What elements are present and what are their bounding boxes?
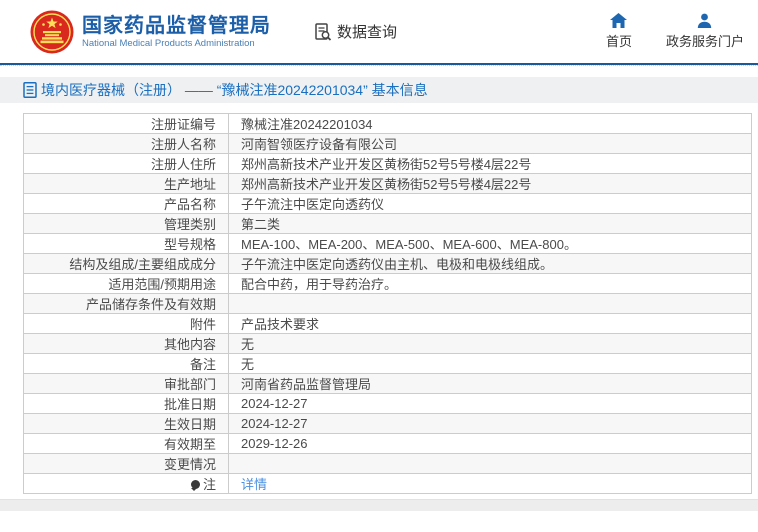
table-row: 产品名称 子午流注中医定向透药仪 xyxy=(23,193,752,214)
row-value: 配合中药，用于导药治疗。 xyxy=(228,273,752,294)
site-title: 国家药品监督管理局 xyxy=(82,14,271,37)
row-value: 2029-12-26 xyxy=(228,433,752,454)
nav-home[interactable]: 首页 xyxy=(606,13,632,50)
table-row: 生产地址 郑州高新技术产业开发区黄杨街52号5号楼4层22号 xyxy=(23,173,752,194)
data-query-label: 数据查询 xyxy=(337,24,398,41)
document-search-icon xyxy=(315,22,332,41)
row-label: 批准日期 xyxy=(23,393,229,414)
site-header: 国家药品监督管理局 National Medical Products Admi… xyxy=(0,0,758,63)
table-row: 型号规格 MEA-100、MEA-200、MEA-500、MEA-600、MEA-… xyxy=(23,233,752,254)
user-icon xyxy=(698,13,712,28)
table-row: 注册证编号 豫械注准20242201034 xyxy=(23,113,752,134)
row-value: 河南省药品监督管理局 xyxy=(228,373,752,394)
row-label: 审批部门 xyxy=(23,373,229,394)
row-value: 河南智领医疗设备有限公司 xyxy=(228,133,752,154)
info-table-body: 注册证编号 豫械注准20242201034 注册人名称 河南智领医疗设备有限公司 注册人… xyxy=(23,113,752,494)
logo-text: 国家药品监督管理局 National Medical Products Admi… xyxy=(82,14,271,50)
table-row: 批准日期 2024-12-27 xyxy=(23,393,752,414)
nav-gov-portal-label: 政务服务门户 xyxy=(665,34,744,49)
row-label: 备注 xyxy=(23,353,229,374)
row-value: 详情 xyxy=(228,473,752,494)
row-value: 郑州高新技术产业开发区黄杨街52号5号楼4层22号 xyxy=(228,173,752,194)
table-row: 产品储存条件及有效期 xyxy=(23,293,752,314)
table-row: 注册人住所 郑州高新技术产业开发区黄杨街52号5号楼4层22号 xyxy=(23,153,752,174)
row-value xyxy=(228,293,752,314)
footer-strip xyxy=(0,499,758,511)
table-row: 其他内容无 xyxy=(23,333,752,354)
row-label: 注册证编号 xyxy=(23,113,229,134)
breadcrumb-text: 境内医疗器械（注册） —— “豫械注准20242201034” 基本信息 xyxy=(41,82,428,98)
table-row: 适用范围/预期用途 配合中药，用于导药治疗。 xyxy=(23,273,752,294)
table-row: 管理类别 第二类 xyxy=(23,213,752,234)
breadcrumb: 境内医疗器械（注册） —— “豫械注准20242201034” 基本信息 xyxy=(0,77,758,103)
nav-gov-portal[interactable]: 政务服务门户 xyxy=(666,13,744,50)
table-row: 附件 产品技术要求 xyxy=(23,313,752,334)
row-label: 变更情况 xyxy=(23,453,229,474)
nav-home-label: 首页 xyxy=(605,34,632,49)
row-label: 注册人名称 xyxy=(23,133,229,154)
row-label: 有效期至 xyxy=(23,433,229,454)
row-label: 生产地址 xyxy=(23,173,229,194)
row-value xyxy=(228,453,752,474)
china-national-emblem-icon xyxy=(30,10,74,53)
row-label: 结构及组成/主要组成成分 xyxy=(23,253,229,274)
row-value: 豫械注准20242201034 xyxy=(228,113,752,134)
table-row: 注册人名称 河南智领医疗设备有限公司 xyxy=(23,133,752,154)
data-query-button[interactable]: 数据查询 xyxy=(313,21,397,42)
row-label: 生效日期 xyxy=(23,413,229,434)
row-value: 第二类 xyxy=(228,213,752,234)
registration-info-table: 注册证编号 豫械注准20242201034 注册人名称 河南智领医疗设备有限公司 注册人… xyxy=(23,113,758,494)
row-label: 产品名称 xyxy=(23,193,229,214)
table-row: 审批部门 河南省药品监督管理局 xyxy=(23,373,752,394)
header-divider xyxy=(0,63,758,66)
row-label: 适用范围/预期用途 xyxy=(23,273,229,294)
home-icon xyxy=(610,13,628,28)
table-row: 结构及组成/主要组成成分 子午流注中医定向透药仪由主机、电极和电极线组成。 xyxy=(23,253,752,274)
table-row: 备注无 xyxy=(23,353,752,374)
row-label: 附件 xyxy=(23,313,229,334)
table-row: 变更情况 xyxy=(23,453,752,474)
row-label: 其他内容 xyxy=(23,333,229,354)
row-value: 无 xyxy=(228,353,752,374)
row-value: 郑州高新技术产业开发区黄杨街52号5号楼4层22号 xyxy=(228,153,752,174)
row-label: 型号规格 xyxy=(23,233,229,254)
detail-link[interactable]: 详情 xyxy=(241,477,267,492)
document-icon xyxy=(23,82,37,98)
table-row: 有效期至 2029-12-26 xyxy=(23,433,752,454)
row-value: 子午流注中医定向透药仪 xyxy=(228,193,752,214)
row-label: 注册人住所 xyxy=(23,153,229,174)
row-value: 2024-12-27 xyxy=(228,393,752,414)
row-label: 产品储存条件及有效期 xyxy=(23,293,229,314)
row-label: 管理类别 xyxy=(23,213,229,234)
row-value: 子午流注中医定向透药仪由主机、电极和电极线组成。 xyxy=(228,253,752,274)
row-value: MEA-100、MEA-200、MEA-500、MEA-600、MEA-800。 xyxy=(228,233,752,254)
site-subtitle: National Medical Products Administration xyxy=(82,37,255,49)
row-value: 无 xyxy=(228,333,752,354)
row-value: 2024-12-27 xyxy=(228,413,752,434)
row-value: 产品技术要求 xyxy=(228,313,752,334)
table-row: 生效日期 2024-12-27 xyxy=(23,413,752,434)
table-row: 注详情 xyxy=(23,473,752,494)
note-icon xyxy=(190,480,200,491)
row-label: 注 xyxy=(23,473,229,494)
